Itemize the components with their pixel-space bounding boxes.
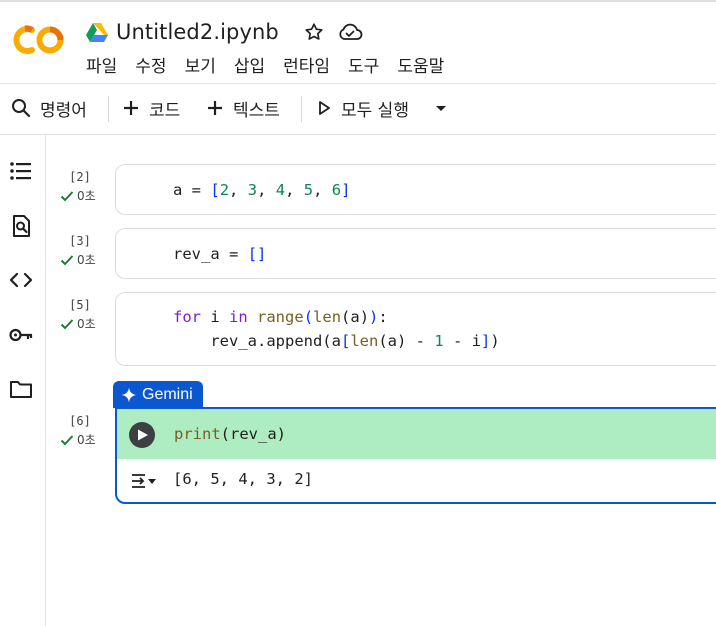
toolbar-divider-line [0, 134, 716, 135]
execution-duration: 0초 [77, 317, 96, 331]
code-editor[interactable]: for i in range(len(a)): rev_a.append(a[l… [173, 305, 500, 353]
sparkle-icon [121, 387, 137, 402]
toolbar-divider [108, 96, 109, 122]
caret-down-icon [436, 106, 446, 111]
execution-info: [3] 0초 [60, 234, 110, 268]
run-all-button[interactable]: 모두 실행 [316, 88, 409, 128]
code-editor[interactable]: print(rev_a) [174, 422, 286, 446]
execution-status: 0초 [60, 431, 110, 448]
execution-status: 0초 [60, 251, 110, 268]
execution-status: 0초 [60, 187, 110, 204]
code-cell[interactable]: a = [2, 3, 4, 5, 6] [115, 164, 716, 215]
menu-file[interactable]: 파일 [86, 52, 117, 77]
code-editor[interactable]: a = [2, 3, 4, 5, 6] [173, 178, 350, 202]
run-options-dropdown[interactable] [432, 88, 450, 128]
execution-info: [5] 0초 [60, 298, 110, 332]
execution-count: [5] [69, 298, 91, 312]
check-icon [60, 254, 74, 265]
execution-count: [3] [69, 234, 91, 248]
left-sidebar [0, 135, 46, 626]
execution-info: [6] 0초 [60, 414, 110, 448]
star-icon[interactable] [303, 21, 325, 43]
secrets-key-icon[interactable] [8, 322, 34, 348]
title-row: Untitled2.ipynb [86, 18, 363, 46]
notebook-title[interactable]: Untitled2.ipynb [116, 20, 279, 44]
plus-icon [208, 101, 222, 115]
command-label: 명령어 [40, 100, 87, 121]
cell-output: [6, 5, 4, 3, 2] [173, 470, 313, 488]
gemini-label: Gemini [142, 385, 193, 403]
run-cell-button[interactable] [129, 422, 155, 448]
menu-tools[interactable]: 도구 [348, 52, 379, 77]
code-editor[interactable]: rev_a = [] [173, 242, 266, 266]
play-outline-icon [319, 101, 330, 115]
files-folder-icon[interactable] [8, 376, 34, 402]
toolbar-divider [301, 96, 302, 122]
command-palette-button[interactable]: 명령어 [10, 88, 87, 128]
execution-count: [2] [69, 170, 91, 184]
execution-duration: 0초 [77, 253, 96, 267]
play-icon [138, 429, 148, 441]
check-icon [60, 318, 74, 329]
search-icon [12, 99, 31, 118]
check-icon [60, 190, 74, 201]
code-cell[interactable]: rev_a = [] [115, 228, 716, 279]
menu-runtime[interactable]: 런타임 [283, 52, 330, 77]
colab-logo[interactable] [12, 22, 66, 58]
code-label: 코드 [149, 100, 181, 121]
execution-duration: 0초 [77, 433, 96, 447]
text-label: 텍스트 [233, 100, 280, 121]
toolbar: 명령어 코드 텍스트 모두 실행 [0, 88, 716, 128]
execution-count: [6] [69, 414, 91, 428]
menu-bar: 파일 수정 보기 삽입 런타임 도구 도움말 [86, 52, 462, 77]
menu-view[interactable]: 보기 [185, 52, 216, 77]
google-drive-icon[interactable] [86, 22, 108, 42]
output-actions-icon[interactable] [129, 469, 159, 493]
code-cell[interactable]: for i in range(len(a)): rev_a.append(a[l… [115, 292, 716, 366]
plus-icon [124, 101, 138, 115]
cloud-saved-icon[interactable] [337, 21, 363, 43]
menu-edit[interactable]: 수정 [135, 52, 166, 77]
active-code-area[interactable]: print(rev_a) [117, 409, 716, 459]
gemini-button[interactable]: Gemini [113, 381, 203, 408]
header-divider [0, 83, 716, 84]
add-code-button[interactable]: 코드 [122, 88, 180, 128]
execution-info: [2] 0초 [60, 170, 110, 204]
active-code-cell[interactable]: print(rev_a) [6, 5, 4, 3, 2] [115, 407, 716, 504]
check-icon [60, 434, 74, 445]
top-border [0, 0, 716, 2]
menu-insert[interactable]: 삽입 [234, 52, 265, 77]
add-text-button[interactable]: 텍스트 [206, 88, 280, 128]
code-snippets-icon[interactable] [8, 267, 34, 293]
execution-duration: 0초 [77, 189, 96, 203]
find-icon[interactable] [8, 213, 34, 239]
run-all-label: 모두 실행 [341, 100, 409, 121]
menu-help[interactable]: 도움말 [397, 52, 444, 77]
table-of-contents-icon[interactable] [8, 158, 34, 184]
execution-status: 0초 [60, 315, 110, 332]
